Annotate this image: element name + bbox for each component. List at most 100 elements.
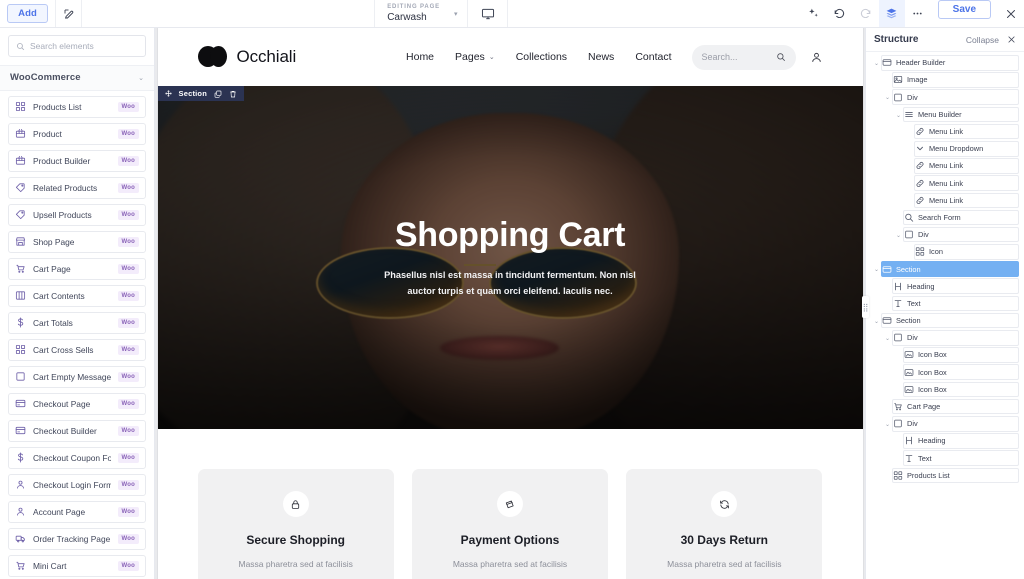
element-item-checkout-page[interactable]: Checkout Page Woo xyxy=(8,392,146,415)
site-nav-link-home[interactable]: Home xyxy=(406,51,434,63)
user-icon[interactable] xyxy=(810,51,823,64)
elements-panel: Search elements WooCommerce ⌄ Products L… xyxy=(0,28,155,579)
div-icon xyxy=(904,229,914,240)
structure-node-image[interactable]: Image xyxy=(892,72,1019,88)
element-item-cart-contents[interactable]: Cart Contents Woo xyxy=(8,284,146,307)
close-icon[interactable] xyxy=(998,0,1024,27)
chevron-down-icon[interactable]: ▾ xyxy=(454,10,458,18)
structure-node-heading[interactable]: Heading xyxy=(903,433,1019,449)
element-item-related-products[interactable]: Related Products Woo xyxy=(8,176,146,199)
structure-node-text[interactable]: Text xyxy=(903,450,1019,466)
structure-node-products-list[interactable]: Products List xyxy=(892,467,1019,484)
elements-group-woocommerce[interactable]: WooCommerce ⌄ xyxy=(0,65,154,91)
chevron-down-icon[interactable]: ⌄ xyxy=(894,112,903,119)
element-item-product[interactable]: Product Woo xyxy=(8,122,146,145)
structure-node-text[interactable]: Text xyxy=(892,295,1019,312)
element-item-cart-cross-sells[interactable]: Cart Cross Sells Woo xyxy=(8,338,146,361)
structure-node-heading[interactable]: Heading xyxy=(892,278,1019,295)
move-icon[interactable] xyxy=(164,90,172,97)
editing-page-selector[interactable]: EDITING PAGE Carwash ▾ xyxy=(374,0,469,27)
div-icon xyxy=(893,418,903,429)
element-item-mini-cart[interactable]: Mini Cart Woo xyxy=(8,554,146,577)
element-item-checkout-coupon-form[interactable]: Checkout Coupon Form Woo xyxy=(8,446,146,469)
element-item-upsell-products[interactable]: Upsell Products Woo xyxy=(8,203,146,226)
structure-node-menu-link[interactable]: Menu Link xyxy=(914,158,1019,174)
chevron-down-icon[interactable]: ⌄ xyxy=(883,421,892,428)
site-nav-link-label: Contact xyxy=(635,51,672,63)
chevron-down-icon[interactable]: ⌄ xyxy=(872,318,881,325)
chevron-down-icon[interactable]: ⌄ xyxy=(138,74,144,82)
structure-node-icon-box[interactable]: Icon Box xyxy=(903,347,1019,363)
structure-node-menu-link[interactable]: Menu Link xyxy=(914,123,1019,140)
structure-node-section[interactable]: Section xyxy=(881,261,1019,277)
structure-node-cart-page[interactable]: Cart Page xyxy=(892,398,1019,415)
structure-node-header-builder[interactable]: Header Builder xyxy=(881,55,1019,71)
site-search-input[interactable]: Search... xyxy=(691,44,796,70)
element-item-cart-page[interactable]: Cart Page Woo xyxy=(8,257,146,280)
desktop-icon[interactable] xyxy=(468,0,509,27)
structure-node-div[interactable]: Div xyxy=(892,415,1019,432)
structure-node-icon[interactable]: Icon xyxy=(914,244,1019,260)
chevron-down-icon[interactable]: ⌄ xyxy=(872,60,881,67)
element-item-label: Cart Cross Sells xyxy=(33,344,94,355)
site-nav-link-news[interactable]: News xyxy=(588,51,614,63)
elements-group-title: WooCommerce xyxy=(10,72,81,84)
chevron-down-icon[interactable]: ⌄ xyxy=(894,232,903,239)
pencil-square-icon[interactable] xyxy=(56,0,82,27)
feature-card[interactable]: Payment Options Massa pharetra sed at fac… xyxy=(411,469,609,579)
chevron-down-icon[interactable]: ⌄ xyxy=(872,266,881,273)
search-icon[interactable] xyxy=(776,52,786,62)
add-button[interactable]: Add xyxy=(7,4,48,23)
search-icon xyxy=(904,212,914,223)
duplicate-icon[interactable] xyxy=(214,90,222,98)
lock-icon xyxy=(282,491,309,517)
search-icon xyxy=(16,42,25,51)
element-item-product-builder[interactable]: Product Builder Woo xyxy=(8,149,146,172)
layers-icon[interactable] xyxy=(878,0,905,27)
text-icon xyxy=(904,453,914,464)
element-item-products-list[interactable]: Products List Woo xyxy=(8,95,146,118)
chevron-down-icon[interactable]: ⌄ xyxy=(883,335,892,342)
structure-node-menu-dropdown[interactable]: Menu Dropdown xyxy=(914,140,1019,157)
element-item-account-page[interactable]: Account Page Woo xyxy=(8,500,146,523)
redo-icon[interactable] xyxy=(853,0,879,27)
site-nav-link-collections[interactable]: Collections xyxy=(516,51,567,63)
search-elements-input[interactable]: Search elements xyxy=(8,35,146,57)
collapse-button[interactable]: Collapse xyxy=(966,35,999,45)
site-nav-link-pages[interactable]: Pages ⌄ xyxy=(455,51,495,63)
site-nav-link-contact[interactable]: Contact xyxy=(635,51,671,63)
structure-tree-row: ⌄ Section xyxy=(866,312,1024,330)
woo-badge: Woo xyxy=(117,317,139,328)
section-icon xyxy=(882,315,892,326)
structure-node-menu-link[interactable]: Menu Link xyxy=(914,175,1019,191)
more-options-icon[interactable] xyxy=(905,0,931,27)
element-item-checkout-login-form[interactable]: Checkout Login Form Woo xyxy=(8,473,146,496)
structure-node-section[interactable]: Section xyxy=(881,312,1019,329)
structure-node-menu-link[interactable]: Menu Link xyxy=(914,192,1019,209)
structure-node-icon-box[interactable]: Icon Box xyxy=(903,381,1019,398)
hero-section[interactable]: Shopping Cart Phasellus nisl est massa i… xyxy=(157,86,863,429)
structure-node-icon-box[interactable]: Icon Box xyxy=(903,364,1019,380)
save-button[interactable]: Save xyxy=(937,0,992,19)
trash-icon[interactable] xyxy=(229,90,237,98)
feature-card[interactable]: 30 Days Return Massa pharetra sed at faci… xyxy=(626,469,823,579)
section-selection-badge[interactable]: Section xyxy=(157,86,244,101)
drag-handle-icon[interactable]: ⣿ xyxy=(862,296,869,318)
structure-node-div[interactable]: Div xyxy=(892,89,1019,105)
close-icon[interactable] xyxy=(1007,35,1016,44)
structure-node-search-form[interactable]: Search Form xyxy=(903,209,1019,226)
feature-card[interactable]: Secure Shopping Massa pharetra sed at fac… xyxy=(197,469,394,579)
undo-icon[interactable] xyxy=(827,0,853,27)
element-item-order-tracking-page[interactable]: Order Tracking Page Woo xyxy=(8,527,146,550)
chevron-down-icon[interactable]: ⌄ xyxy=(883,94,892,101)
element-item-shop-page[interactable]: Shop Page Woo xyxy=(8,230,146,253)
sparkles-icon[interactable] xyxy=(801,0,827,27)
structure-node-menu-builder[interactable]: Menu Builder xyxy=(903,106,1019,123)
element-item-cart-totals[interactable]: Cart Totals Woo xyxy=(8,311,146,334)
structure-tree-row: Icon xyxy=(866,244,1024,261)
structure-node-div[interactable]: Div xyxy=(903,226,1019,243)
structure-node-div[interactable]: Div xyxy=(892,330,1019,346)
element-item-cart-empty-message[interactable]: Cart Empty Message Woo xyxy=(8,365,146,388)
site-brand[interactable]: Occhiali xyxy=(197,46,296,68)
element-item-checkout-builder[interactable]: Checkout Builder Woo xyxy=(8,419,146,442)
